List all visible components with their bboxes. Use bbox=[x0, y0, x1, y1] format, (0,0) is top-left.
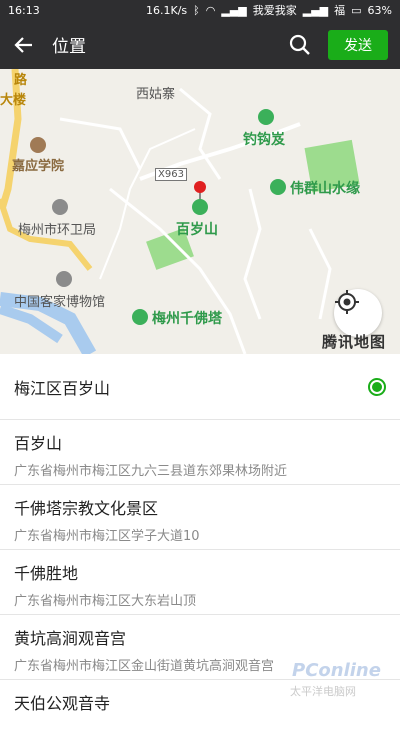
map-label-huanwei[interactable]: 梅州市环卫局 bbox=[18, 219, 96, 238]
locate-me-button[interactable] bbox=[334, 289, 382, 337]
watermark-sub: 太平洋电脑网 bbox=[290, 685, 356, 698]
mountain-poi-icon[interactable] bbox=[192, 199, 208, 215]
battery-icon: ▭ bbox=[351, 3, 362, 17]
network-speed: 16.1K/s bbox=[145, 3, 188, 17]
signal-icon: ▂▄▆ bbox=[221, 3, 247, 17]
school-poi-icon[interactable] bbox=[30, 137, 46, 153]
map-label-weiqun[interactable]: 伟群山水缘 bbox=[290, 178, 360, 198]
place-address: 广东省梅州市梅江区九六三县道东郊果林场附近 bbox=[14, 464, 288, 479]
search-icon bbox=[289, 34, 310, 55]
place-name: 百岁山 bbox=[14, 434, 63, 453]
map-label-diaogouan[interactable]: 钓钩岌 bbox=[243, 129, 285, 149]
pagoda-poi-icon[interactable] bbox=[132, 309, 148, 325]
watermark-brand: PConline bbox=[292, 660, 381, 681]
wifi-icon: ◠ bbox=[205, 3, 216, 17]
map-label-jiaying[interactable]: 嘉应学院 bbox=[12, 155, 64, 174]
place-list: 梅江区百岁山 百岁山 广东省梅州市梅江区九六三县道东郊果林场附近 千佛塔宗教文化… bbox=[0, 354, 400, 713]
map-view[interactable]: 路 大楼 西姑寨 嘉应学院 梅州市环卫局 中国客家博物馆 X963 百岁山 钓钩… bbox=[0, 69, 400, 354]
status-time: 16:13 bbox=[8, 3, 40, 17]
search-button[interactable] bbox=[280, 20, 320, 69]
crosshair-icon bbox=[335, 290, 359, 314]
back-arrow-icon bbox=[14, 36, 32, 53]
place-name: 千佛塔宗教文化景区 bbox=[14, 499, 159, 518]
location-pin-icon bbox=[194, 181, 206, 201]
museum-poi-icon[interactable] bbox=[56, 271, 72, 287]
map-label-x963: X963 bbox=[155, 168, 187, 181]
page-title: 位置 bbox=[52, 37, 86, 57]
map-label-baisui[interactable]: 百岁山 bbox=[176, 219, 218, 239]
back-button[interactable] bbox=[0, 20, 48, 69]
place-address: 广东省梅州市梅江区大东岩山顶 bbox=[14, 594, 197, 609]
selected-radio-icon bbox=[368, 378, 386, 396]
app-bar: 位置 发送 bbox=[0, 20, 400, 69]
bluetooth-icon: ᛒ bbox=[193, 3, 200, 17]
signal-icon-2: ▂▄▆ bbox=[302, 3, 329, 17]
place-name: 梅江区百岁山 bbox=[14, 378, 111, 398]
list-item[interactable]: 千佛胜地 广东省梅州市梅江区大东岩山顶 bbox=[0, 550, 400, 615]
map-label-museum[interactable]: 中国客家博物馆 bbox=[14, 291, 105, 310]
battery-level: 63% bbox=[367, 3, 392, 17]
map-label-qianfota[interactable]: 梅州千佛塔 bbox=[152, 308, 222, 328]
place-name: 黄坑高涧观音宫 bbox=[14, 629, 127, 648]
scenic-poi-icon[interactable] bbox=[258, 109, 274, 125]
list-item[interactable]: 梅江区百岁山 bbox=[0, 354, 400, 420]
scenic-poi-icon-2[interactable] bbox=[270, 179, 286, 195]
map-label-building: 大楼 bbox=[0, 93, 27, 108]
place-name: 千佛胜地 bbox=[14, 564, 79, 583]
map-label-road: 路 bbox=[14, 73, 28, 88]
carrier-label-2: 福 bbox=[334, 4, 346, 17]
list-item[interactable]: 百岁山 广东省梅州市梅江区九六三县道东郊果林场附近 bbox=[0, 420, 400, 485]
office-poi-icon[interactable] bbox=[52, 199, 68, 215]
map-provider-logo: 腾讯地图 bbox=[322, 333, 387, 351]
status-bar: 16:13 16.1K/s ᛒ ◠ ▂▄▆ 我爱我家 ▂▄▆ 福 ▭ 63% bbox=[0, 0, 400, 20]
send-button[interactable]: 发送 bbox=[328, 29, 388, 60]
place-address: 广东省梅州市梅江区学子大道10 bbox=[14, 529, 200, 544]
carrier-label: 我爱我家 bbox=[252, 4, 297, 17]
map-label-xiguzhai: 西姑寨 bbox=[136, 87, 176, 102]
list-item[interactable]: 千佛塔宗教文化景区 广东省梅州市梅江区学子大道10 bbox=[0, 485, 400, 550]
